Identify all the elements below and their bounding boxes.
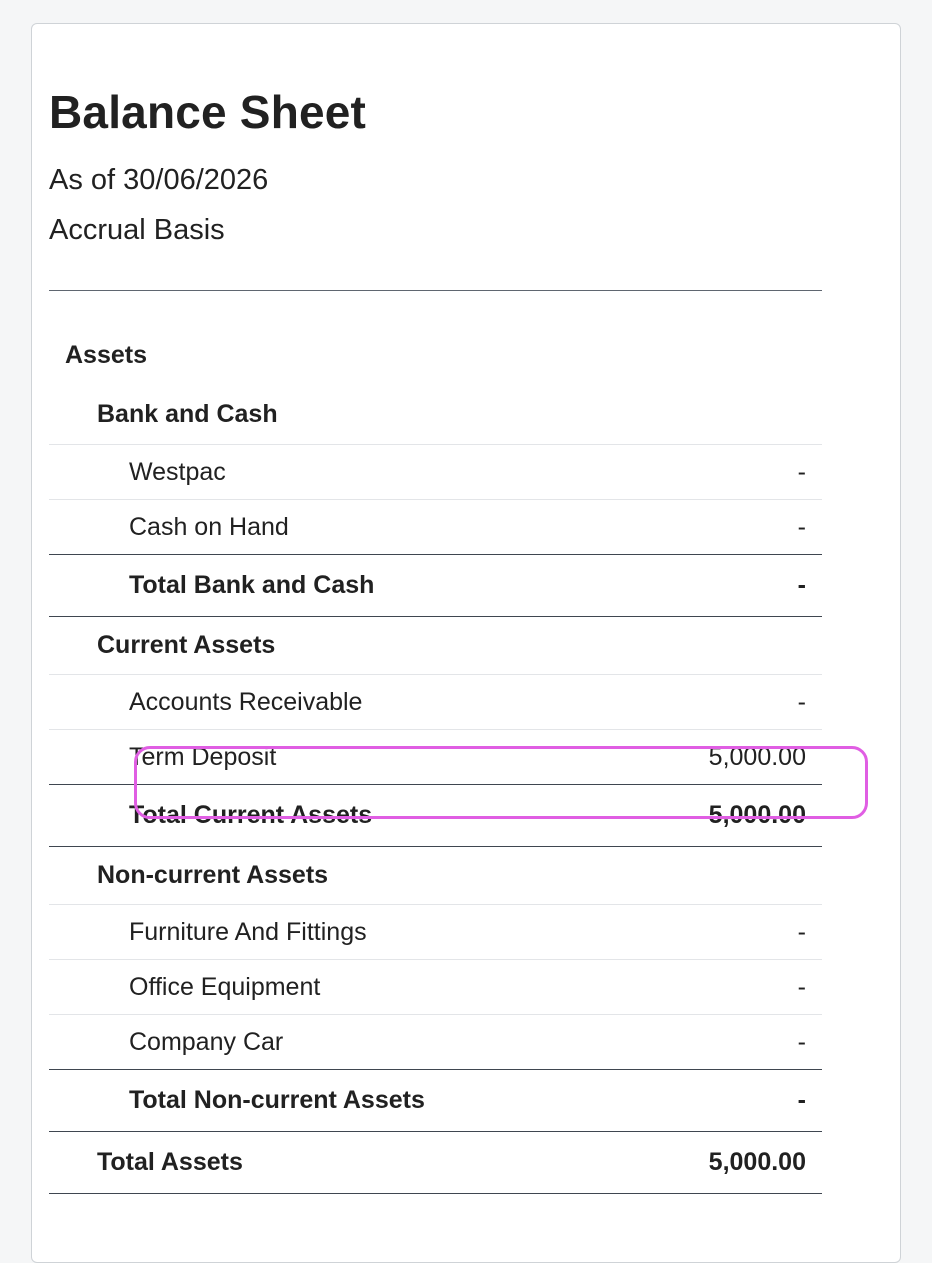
account-amount: -: [797, 972, 806, 1001]
account-name[interactable]: Westpac: [129, 459, 226, 485]
subtotal-row-bank-and-cash: Total Bank and Cash -: [49, 555, 822, 617]
account-row-cash-on-hand[interactable]: Cash on Hand -: [49, 500, 822, 555]
account-row-office-equipment[interactable]: Office Equipment -: [49, 960, 822, 1015]
account-name[interactable]: Accounts Receivable: [129, 689, 362, 715]
total-assets-label: Total Assets: [97, 1148, 243, 1176]
account-amount: -: [797, 917, 806, 946]
account-amount: -: [797, 457, 806, 486]
group-heading-label: Current Assets: [97, 631, 276, 659]
balance-sheet-table: Assets Bank and Cash Westpac - Cash on H…: [49, 326, 822, 1194]
group-heading-current-assets: Current Assets: [49, 617, 822, 675]
account-name[interactable]: Cash on Hand: [129, 514, 289, 540]
group-heading-bank-and-cash: Bank and Cash: [49, 384, 822, 445]
subtotal-amount: -: [797, 1086, 806, 1114]
account-name[interactable]: Office Equipment: [129, 974, 320, 1000]
account-name[interactable]: Company Car: [129, 1029, 283, 1055]
account-amount: -: [797, 687, 806, 716]
group-heading-label: Non-current Assets: [97, 861, 329, 889]
account-amount[interactable]: 5,000.00: [709, 744, 822, 770]
group-heading-label: Bank and Cash: [97, 399, 278, 428]
report-title: Balance Sheet: [49, 86, 367, 138]
account-row-term-deposit[interactable]: Term Deposit 5,000.00: [49, 730, 822, 785]
total-assets-amount: 5,000.00: [708, 1148, 806, 1176]
group-heading-non-current-assets: Non-current Assets: [49, 847, 822, 905]
account-name[interactable]: Furniture And Fittings: [129, 919, 367, 945]
subtotal-amount: 5,000.00: [708, 801, 806, 829]
subtotal-row-current-assets: Total Current Assets 5,000.00: [49, 785, 822, 847]
header-divider: [49, 290, 822, 291]
subtotal-label: Total Current Assets: [129, 801, 373, 829]
report-basis: Accrual Basis: [49, 214, 225, 246]
subtotal-label: Total Bank and Cash: [129, 571, 375, 599]
report-date: As of 30/06/2026: [49, 164, 269, 196]
account-amount: -: [797, 1027, 806, 1056]
section-heading-assets: Assets: [49, 326, 822, 384]
subtotal-amount: -: [797, 571, 806, 599]
account-amount: -: [797, 512, 806, 541]
account-row-company-car[interactable]: Company Car -: [49, 1015, 822, 1070]
account-row-furniture-and-fittings[interactable]: Furniture And Fittings -: [49, 905, 822, 960]
account-name[interactable]: Term Deposit: [129, 744, 276, 770]
subtotal-label: Total Non-current Assets: [129, 1086, 425, 1114]
account-row-accounts-receivable[interactable]: Accounts Receivable -: [49, 675, 822, 730]
subtotal-row-non-current-assets: Total Non-current Assets -: [49, 1070, 822, 1132]
account-row-westpac[interactable]: Westpac -: [49, 445, 822, 500]
total-row-assets: Total Assets 5,000.00: [49, 1132, 822, 1194]
section-heading-label: Assets: [65, 340, 147, 369]
